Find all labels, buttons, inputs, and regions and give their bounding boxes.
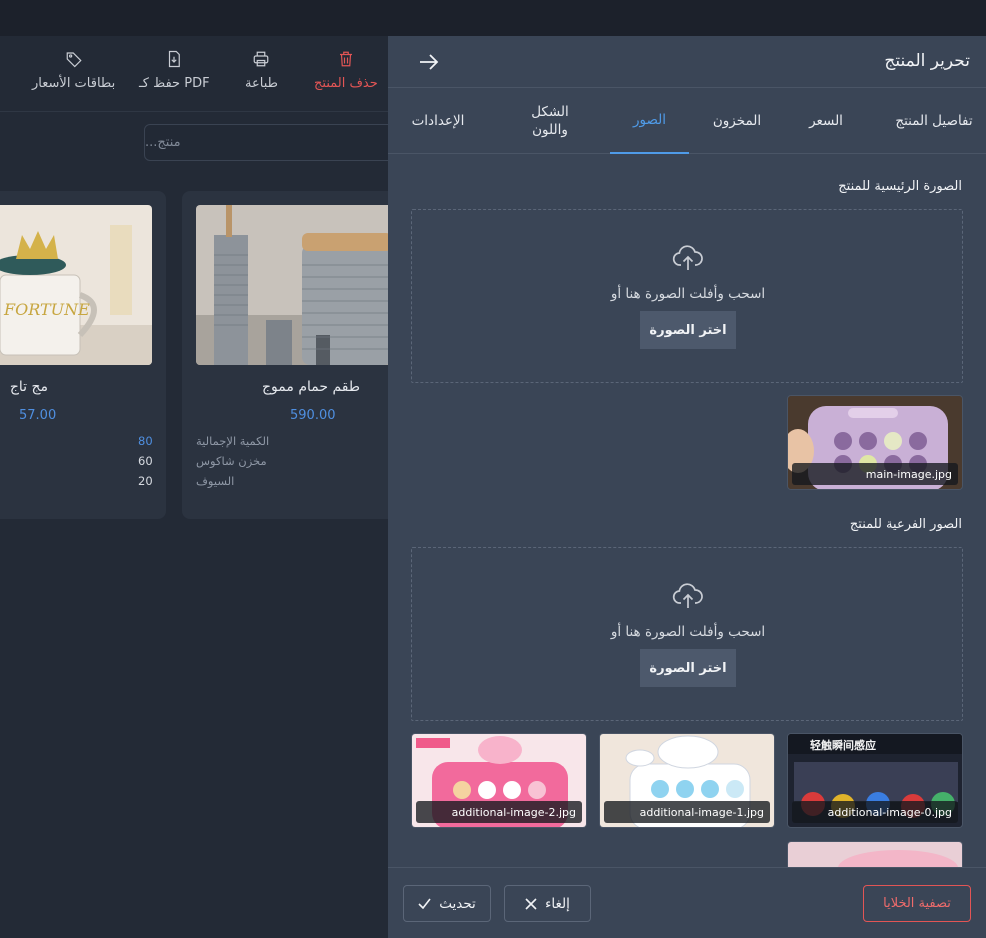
price-cards-label: بطاقات الأسعار — [32, 76, 116, 91]
file-download-icon — [169, 50, 181, 68]
product-title: مج تاج — [9, 379, 48, 395]
image-filename: additional-image-0.jpg — [792, 801, 958, 823]
search-input[interactable]: منتج... — [144, 124, 388, 161]
reset-cells-button[interactable]: تصفية الخلايا — [863, 885, 971, 922]
main-image-dropzone[interactable]: اسحب وأفلت الصورة هنا أو اختر الصورة — [411, 209, 963, 383]
dropzone-text: اسحب وأفلت الصورة هنا أو — [610, 624, 766, 640]
trash-icon — [339, 51, 352, 67]
tab-settings[interactable]: الإعدادات — [402, 88, 474, 154]
tab-inventory[interactable]: المخزون — [704, 88, 770, 154]
tab-product-details[interactable]: تفاصيل المنتج — [894, 88, 974, 154]
print-button[interactable]: طباعة — [245, 50, 278, 91]
delete-product-button[interactable]: حذف المنتج — [314, 50, 378, 91]
update-label: تحديث — [439, 895, 476, 912]
additional-images-section-title: الصور الفرعية للمنتج — [849, 517, 962, 532]
product-price: 590.00 — [290, 408, 336, 423]
check-icon — [418, 898, 431, 909]
tag-icon — [66, 52, 82, 68]
tab-bar: تفاصيل المنتج السعر المخزون الصور الشكل … — [388, 88, 986, 154]
stock-value-total: 80 — [138, 434, 153, 448]
choose-image-button[interactable]: اختر الصورة — [640, 649, 736, 687]
image-filename: additional-image-2.jpg — [416, 801, 582, 823]
cloud-upload-icon — [672, 245, 703, 270]
panel-footer: تصفية الخلايا إلغاء تحديث — [388, 867, 986, 938]
product-image: FORTUNE — [0, 205, 152, 365]
cancel-label: إلغاء — [545, 895, 570, 912]
stock-label-branch: السيوف — [196, 474, 235, 488]
panel-header: تحرير المنتج — [388, 36, 986, 88]
stock-value-warehouse: 60 — [138, 454, 153, 468]
choose-image-button[interactable]: اختر الصورة — [640, 311, 736, 349]
update-button[interactable]: تحديث — [403, 885, 491, 922]
stock-value-branch: 20 — [138, 474, 153, 488]
product-list-page: بطاقات الأسعار حفظ كـ PDF طباعة حذف المن… — [0, 36, 388, 938]
save-pdf-label: حفظ كـ PDF — [139, 76, 210, 91]
close-icon — [525, 897, 537, 910]
toolbar: بطاقات الأسعار حفظ كـ PDF طباعة حذف المن… — [0, 36, 388, 112]
product-title: طقم حمام مموج — [262, 379, 360, 395]
additional-image-thumbnail[interactable]: 轻触瞬间感应 additional-image-0.jpg — [787, 733, 963, 828]
stock-label-total: الكمية الإجمالية — [196, 434, 270, 448]
edit-product-panel: تحرير المنتج تفاصيل المنتج السعر المخزون… — [388, 36, 986, 938]
price-cards-button[interactable]: بطاقات الأسعار — [32, 50, 115, 91]
additional-image-thumbnail[interactable]: additional-image-2.jpg — [411, 733, 587, 828]
print-label: طباعة — [245, 76, 278, 91]
save-pdf-button[interactable]: حفظ كـ PDF — [139, 50, 210, 91]
product-price: 57.00 — [19, 408, 57, 423]
top-bar — [0, 0, 986, 36]
stock-label-warehouse: مخزن شاكوس — [196, 454, 267, 468]
printer-icon — [254, 51, 269, 67]
svg-text:轻触瞬间感应: 轻触瞬间感应 — [810, 738, 876, 752]
search-placeholder: منتج... — [145, 135, 181, 150]
delete-product-label: حذف المنتج — [314, 76, 378, 91]
additional-image-thumbnail[interactable]: additional-image-1.jpg — [599, 733, 775, 828]
dropzone-text: اسحب وأفلت الصورة هنا أو — [610, 286, 766, 302]
cancel-button[interactable]: إلغاء — [504, 885, 591, 922]
tab-shape-color[interactable]: الشكل واللون — [516, 88, 584, 154]
svg-text:FORTUNE: FORTUNE — [3, 300, 90, 319]
main-image-thumbnail[interactable]: main-image.jpg — [787, 395, 963, 490]
tab-images[interactable]: الصور — [610, 88, 689, 154]
product-card[interactable]: طقم حمام مموج 590.00 الكمية الإجمالية مخ… — [182, 191, 388, 519]
cloud-upload-icon — [672, 583, 703, 608]
image-filename: additional-image-1.jpg — [604, 801, 770, 823]
arrow-right-icon[interactable] — [418, 52, 440, 72]
additional-images-dropzone[interactable]: اسحب وأفلت الصورة هنا أو اختر الصورة — [411, 547, 963, 721]
product-card[interactable]: FORTUNE مج تاج 57.00 80 60 20 — [0, 191, 166, 519]
product-image — [196, 205, 388, 365]
tab-price[interactable]: السعر — [798, 88, 854, 154]
additional-image-thumbnail[interactable] — [787, 841, 963, 867]
image-preview — [788, 842, 962, 867]
image-filename: main-image.jpg — [792, 463, 958, 485]
panel-title: تحرير المنتج — [884, 51, 970, 71]
main-image-section-title: الصورة الرئيسية للمنتج — [838, 179, 962, 194]
